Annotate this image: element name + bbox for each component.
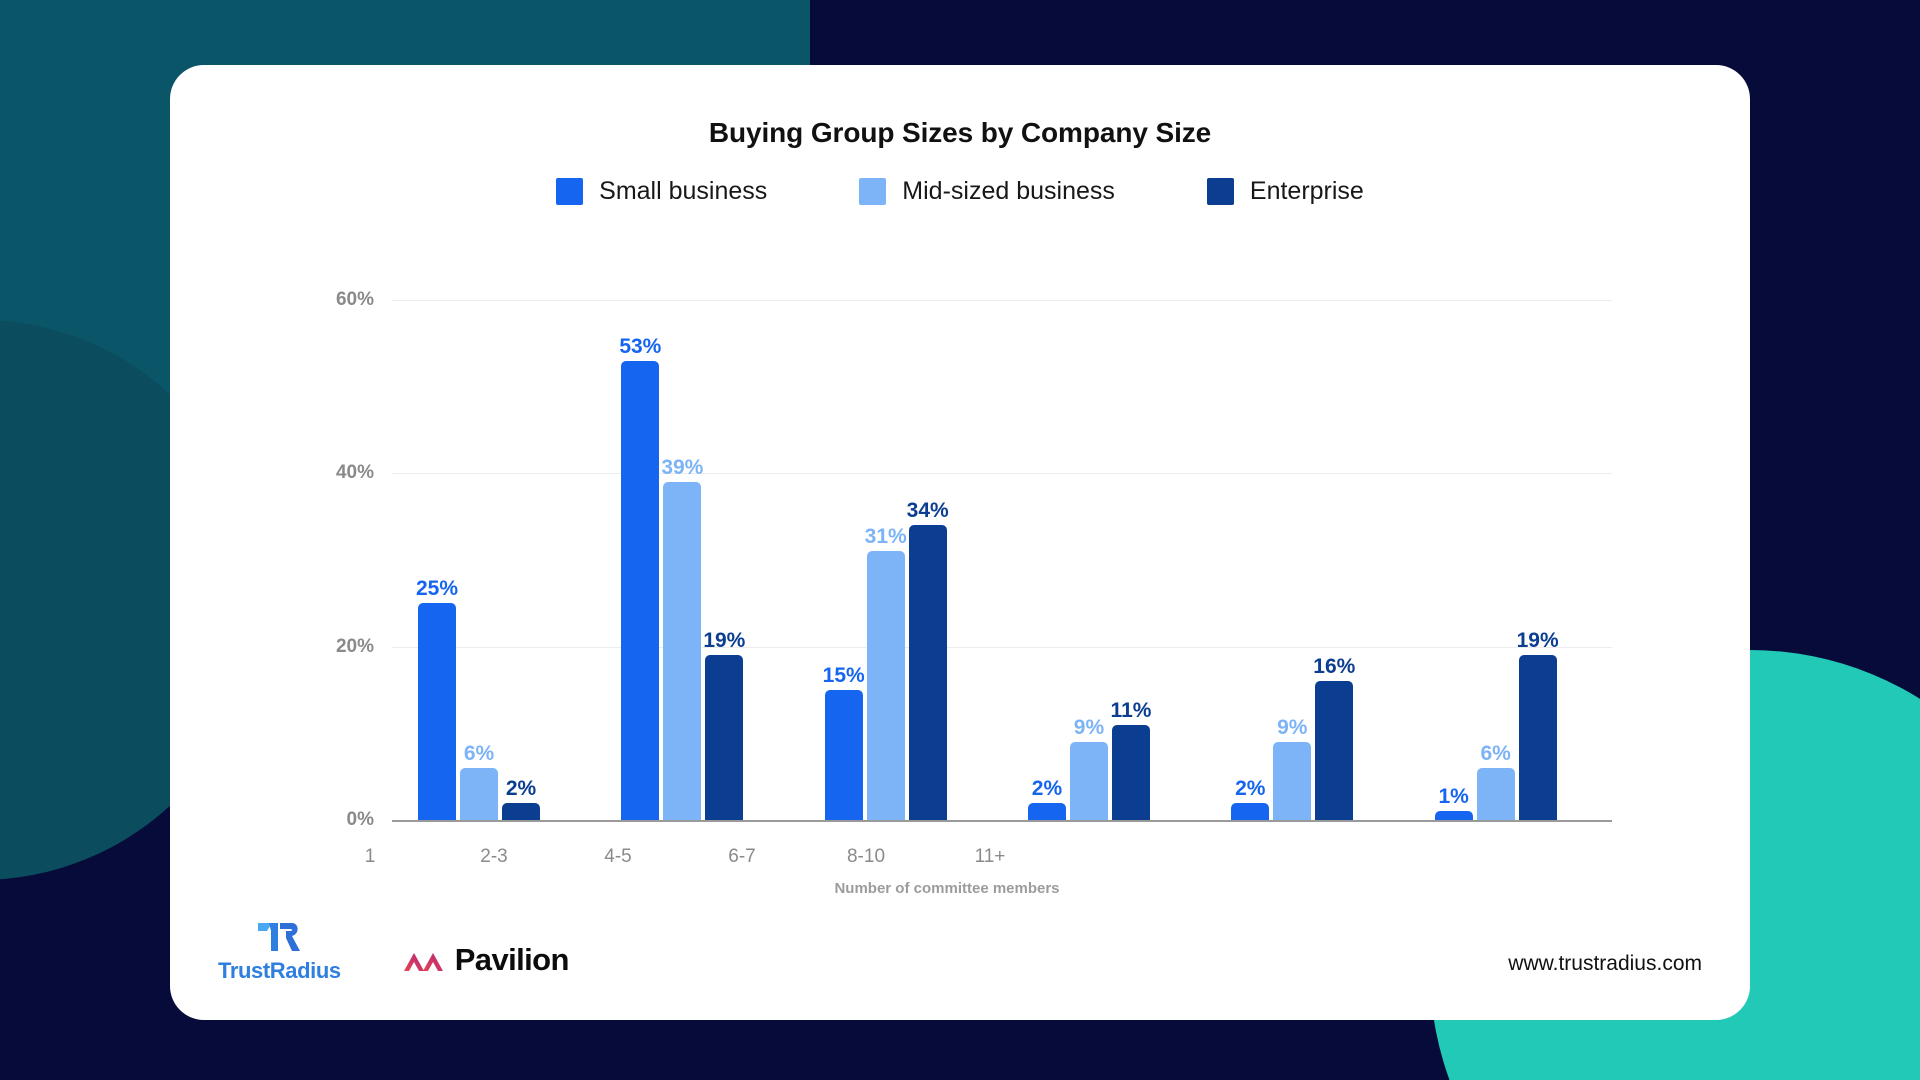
bar-value-label: 25%: [415, 577, 459, 601]
bar-value-label: 31%: [864, 525, 907, 549]
trustradius-logo: TrustRadius: [218, 920, 341, 984]
bar-wrapper: 19%: [1517, 630, 1559, 820]
bar-wrapper: 2%: [1231, 778, 1270, 820]
bar-value-label: 2%: [505, 776, 537, 800]
bar-11+-1[interactable]: [1476, 768, 1515, 820]
plot-area: 0% 20% 40% 60% 25% 6% 2% 53% 39% 19% 15% 31% 34% 2% 9…: [282, 289, 1612, 867]
bar-group-2-3: 53% 39% 19%: [595, 300, 798, 820]
pavilion-logo: Pavilion: [403, 942, 569, 984]
bar-value-label: 6%: [1480, 742, 1511, 765]
bar-wrapper: 2%: [502, 778, 540, 820]
bar-value-label: 2%: [1235, 776, 1266, 800]
bar-value-label: 6%: [463, 742, 495, 765]
bar-6-7-1[interactable]: [1069, 742, 1108, 820]
bar-4-5-2[interactable]: [908, 525, 947, 820]
bar-value-label: 34%: [906, 499, 949, 523]
bar-group-11+: 1% 6% 19%: [1409, 300, 1612, 820]
x-axis-tick-label: 8-10: [846, 846, 886, 867]
bar-value-label: 15%: [822, 664, 865, 687]
bar-value-label: 9%: [1073, 716, 1105, 739]
bar-value-label: 2%: [1031, 776, 1063, 800]
poster-canvas: Buying Group Sizes by Company Size Small…: [0, 0, 1920, 1080]
bar-2-3-1[interactable]: [663, 482, 702, 820]
x-axis-tick-label: 6-7: [728, 846, 756, 867]
bar-wrapper: 25%: [416, 578, 458, 820]
bar-value-label: 16%: [1313, 655, 1356, 679]
bar-11+-0[interactable]: [1434, 811, 1473, 820]
legend-item-1[interactable]: Mid-sized business: [859, 177, 1115, 206]
bar-wrapper: 19%: [703, 630, 745, 820]
pavilion-wordmark: Pavilion: [454, 942, 570, 977]
x-axis-title: Number of committee members: [834, 880, 1060, 897]
footer-logos: TrustRadius Pavilion: [218, 920, 569, 984]
y-axis-tick-label: 0%: [346, 809, 374, 830]
bar-value-label: 19%: [703, 629, 746, 653]
bar-1-0[interactable]: [418, 603, 456, 820]
bar-wrapper: 9%: [1273, 717, 1312, 820]
bar-8-10-1[interactable]: [1273, 742, 1312, 820]
legend-swatch-icon: [1206, 178, 1234, 205]
bar-value-label: 19%: [1516, 629, 1559, 653]
legend-label: Small business: [599, 177, 768, 205]
y-axis-tick-label: 20%: [335, 635, 374, 657]
trustradius-mark-icon: [258, 923, 301, 951]
bar-wrapper: 6%: [460, 743, 498, 820]
bar-wrapper: 34%: [907, 500, 949, 820]
bar-1-1[interactable]: [460, 768, 498, 820]
y-axis-tick-label: 40%: [335, 462, 374, 484]
bar-11+-2[interactable]: [1518, 655, 1557, 820]
legend-item-0[interactable]: Small business: [556, 177, 767, 206]
pavilion-mark-icon: [403, 953, 443, 971]
bar-wrapper: 39%: [661, 457, 703, 820]
bar-value-label: 11%: [1110, 698, 1152, 722]
bar-6-7-0[interactable]: [1027, 802, 1066, 820]
bar-wrapper: 15%: [823, 665, 865, 820]
bar-8-10-2[interactable]: [1315, 681, 1354, 820]
bar-wrapper: 9%: [1069, 717, 1108, 820]
footer-url: www.trustradius.com: [1508, 952, 1702, 975]
bar-wrapper: 1%: [1434, 786, 1473, 820]
bar-2-3-0[interactable]: [621, 360, 660, 820]
legend-label: Mid-sized business: [902, 177, 1115, 205]
bar-1-2[interactable]: [502, 802, 540, 820]
bar-wrapper: 53%: [619, 336, 661, 820]
chart-legend: Small business Mid-sized business Enterpri…: [170, 177, 1750, 206]
chart-title: Buying Group Sizes by Company Size: [708, 117, 1212, 148]
legend-swatch-icon: [556, 178, 584, 205]
x-axis-line: [392, 820, 1612, 822]
bar-value-label: 1%: [1438, 785, 1469, 809]
bar-value-label: 39%: [661, 456, 704, 479]
x-axis-tick-labels: 1 2-3 4-5 6-7 8-10 11+: [282, 846, 1612, 868]
legend-label: Enterprise: [1249, 177, 1364, 205]
x-axis-tick-label: 2-3: [480, 846, 508, 867]
bar-6-7-2[interactable]: [1111, 724, 1150, 820]
bar-group-6-7: 2% 9% 11%: [1002, 300, 1205, 820]
bar-4-5-0[interactable]: [824, 690, 863, 820]
bar-wrapper: 6%: [1476, 743, 1515, 820]
bar-value-label: 9%: [1277, 716, 1308, 739]
chart-card: Buying Group Sizes by Company Size Small…: [170, 65, 1750, 1020]
bar-group-8-10: 2% 9% 16%: [1205, 300, 1408, 820]
legend-item-2[interactable]: Enterprise: [1206, 177, 1364, 206]
bar-group-4-5: 15% 31% 34%: [799, 300, 1002, 820]
y-axis-tick-label: 60%: [335, 289, 374, 310]
x-axis-tick-label: 4-5: [604, 846, 632, 867]
x-axis-tick-label: 11+: [974, 846, 1006, 867]
bar-wrapper: 2%: [1027, 778, 1066, 820]
bar-groups: 25% 6% 2% 53% 39% 19% 15% 31% 34% 2% 9% 11% 2% 9% 16% 1…: [392, 300, 1612, 820]
bar-wrapper: 31%: [865, 526, 907, 820]
bar-8-10-0[interactable]: [1231, 802, 1270, 820]
bar-wrapper: 16%: [1313, 656, 1355, 820]
bar-value-label: 53%: [619, 334, 662, 358]
bar-2-3-2[interactable]: [705, 655, 744, 820]
bar-wrapper: 11%: [1111, 700, 1151, 820]
x-axis-tick-label: 1: [364, 846, 376, 867]
legend-swatch-icon: [859, 178, 887, 205]
bar-group-1: 25% 6% 2%: [392, 300, 595, 820]
bar-4-5-1[interactable]: [866, 551, 905, 820]
trustradius-wordmark: TrustRadius: [218, 958, 341, 983]
